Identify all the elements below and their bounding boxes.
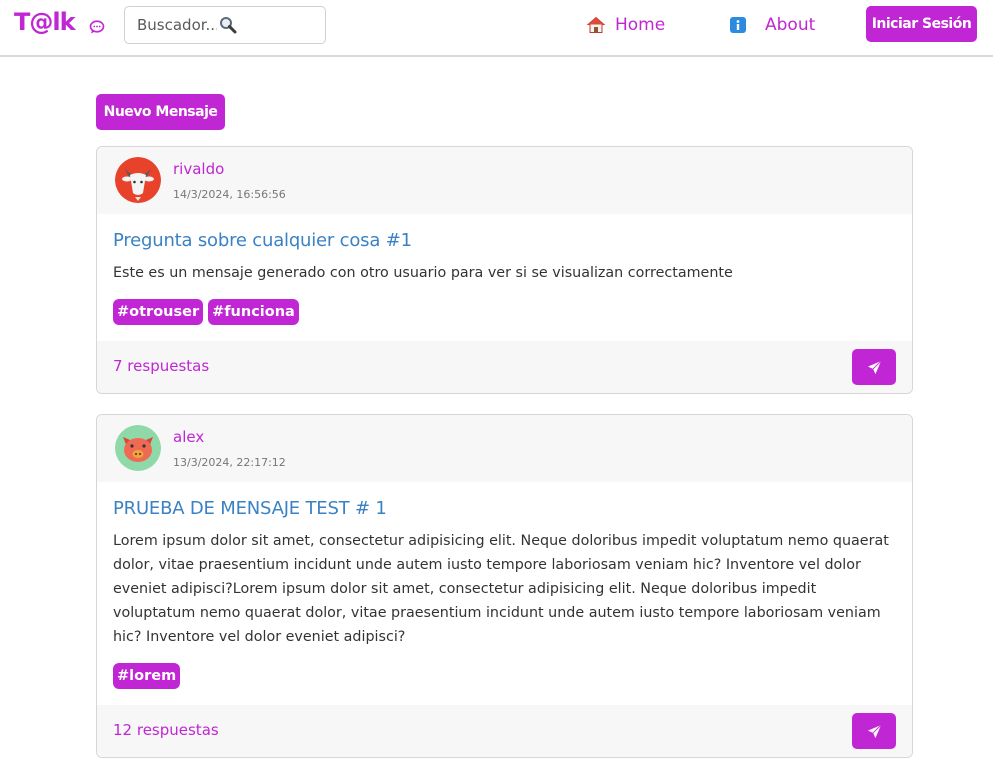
reply-send-button[interactable]	[852, 349, 896, 385]
house-icon	[587, 16, 605, 33]
message-header: alex 13/3/2024, 22:17:12	[97, 415, 912, 482]
message-username[interactable]: rivaldo	[173, 160, 224, 178]
navbar: T@lk Home About Iniciar Sesión	[0, 0, 993, 57]
reply-send-button[interactable]	[852, 713, 896, 749]
message-card: alex 13/3/2024, 22:17:12 PRUEBA DE MENSA…	[96, 414, 913, 758]
magnifier-icon[interactable]	[219, 16, 237, 34]
app-logo[interactable]: T@lk	[14, 8, 76, 36]
search-box[interactable]	[124, 6, 326, 44]
info-icon	[730, 17, 746, 33]
message-text: Lorem ipsum dolor sit amet, consectetur …	[113, 533, 889, 645]
message-title[interactable]: PRUEBA DE MENSAJE TEST # 1	[113, 498, 896, 519]
message-header: rivaldo 14/3/2024, 16:56:56	[97, 147, 912, 214]
message-text: Este es un mensaje generado con otro usu…	[113, 265, 733, 281]
paper-plane-icon	[867, 724, 881, 738]
message-username[interactable]: alex	[173, 428, 204, 446]
message-body: PRUEBA DE MENSAJE TEST # 1 Lorem ipsum d…	[97, 482, 912, 689]
message-card: rivaldo 14/3/2024, 16:56:56 Pregunta sob…	[96, 146, 913, 394]
message-body: Pregunta sobre cualquier cosa #1 Este es…	[97, 214, 912, 325]
tag-badge[interactable]: #lorem	[113, 663, 181, 689]
replies-link[interactable]: 12 respuestas	[113, 721, 219, 739]
tag-badge[interactable]: #otrouser	[113, 299, 204, 325]
tag-badge[interactable]: #funciona	[208, 299, 299, 325]
search-input[interactable]	[137, 16, 217, 34]
paper-plane-icon	[867, 360, 881, 374]
message-tags: #lorem	[113, 663, 896, 689]
new-message-button[interactable]: Nuevo Mensaje	[96, 94, 225, 130]
nav-about-link[interactable]: About	[729, 12, 815, 38]
login-button[interactable]: Iniciar Sesión	[866, 6, 977, 42]
goat-avatar-icon[interactable]	[115, 157, 161, 203]
replies-link[interactable]: 7 respuestas	[113, 357, 209, 375]
message-timestamp: 13/3/2024, 22:17:12	[173, 456, 286, 469]
nav-home-link[interactable]: Home	[587, 12, 665, 38]
message-footer: 7 respuestas	[97, 341, 912, 393]
message-timestamp: 14/3/2024, 16:56:56	[173, 188, 286, 201]
message-footer: 12 respuestas	[97, 705, 912, 757]
pig-avatar-icon[interactable]	[115, 425, 161, 471]
nav-about-label: About	[765, 15, 816, 35]
chat-bubble-icon	[89, 20, 105, 34]
message-tags: #otrouser #funciona	[113, 299, 896, 325]
message-title[interactable]: Pregunta sobre cualquier cosa #1	[113, 230, 896, 251]
nav-home-label: Home	[615, 15, 666, 35]
